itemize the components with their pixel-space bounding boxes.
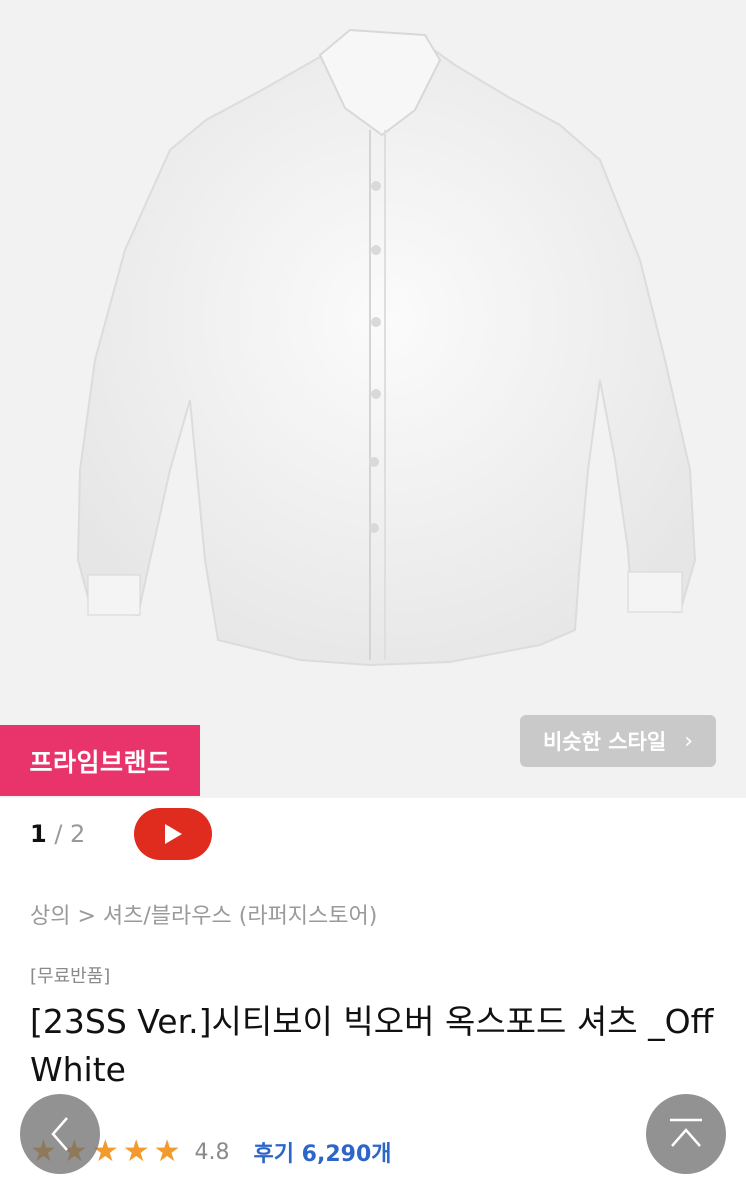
video-play-button[interactable] xyxy=(134,808,212,860)
pager-current: 1 xyxy=(30,820,47,848)
star-icon: ★ xyxy=(122,1134,150,1169)
similar-style-label: 비슷한 스타일 xyxy=(542,730,667,754)
rating-value: 4.8 xyxy=(194,1139,230,1165)
product-image-area[interactable]: 프라임브랜드 비슷한 스타일 › xyxy=(0,0,746,798)
prime-brand-badge: 프라임브랜드 xyxy=(0,725,200,796)
chevron-right-icon: › xyxy=(684,728,694,754)
scroll-top-button[interactable] xyxy=(646,1094,726,1174)
scroll-top-icon xyxy=(670,1118,702,1147)
free-return-tag: [무료반품] xyxy=(30,966,111,987)
star-icon: ★ xyxy=(153,1134,181,1169)
back-button[interactable] xyxy=(20,1094,100,1174)
product-title: [23SS Ver.]시티보이 빅오버 옥스포드 셔츠 _Off White xyxy=(30,1002,714,1089)
image-pager: 1 / 2 xyxy=(30,820,85,848)
review-count-link[interactable]: 후기 6,290개 xyxy=(254,1136,392,1168)
chevron-left-icon xyxy=(51,1117,68,1151)
pager-separator: / xyxy=(46,820,71,848)
similar-style-button[interactable]: 비슷한 스타일 › xyxy=(520,715,716,767)
breadcrumb[interactable]: 상의 > 셔츠/블라우스 (라퍼지스토어) xyxy=(30,898,377,930)
pager-total: 2 xyxy=(70,820,86,848)
play-icon xyxy=(165,824,182,844)
product-image xyxy=(76,28,697,667)
